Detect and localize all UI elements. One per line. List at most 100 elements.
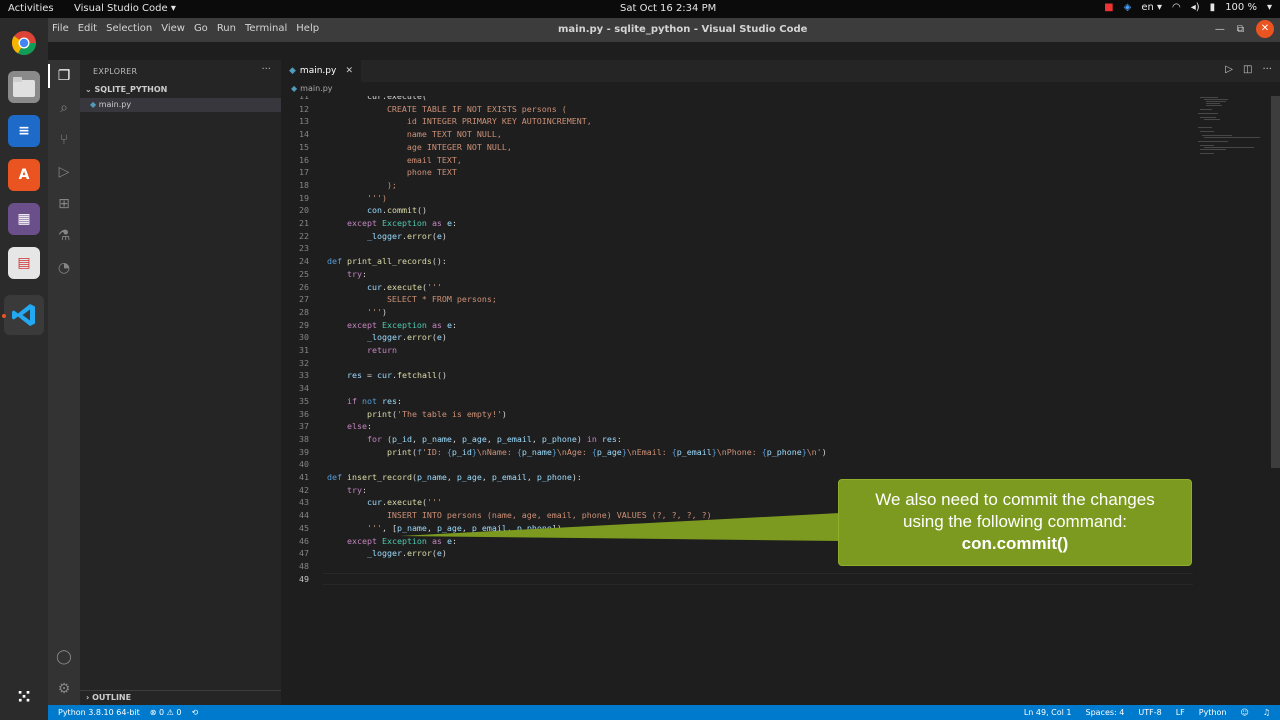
code-line[interactable]: 28 ''') <box>281 306 1191 319</box>
line-code: cur.execute(''' <box>327 96 442 103</box>
language-mode[interactable]: Python <box>1199 705 1227 720</box>
code-line[interactable]: 49 <box>281 572 1193 586</box>
menu-file[interactable]: File <box>52 23 69 34</box>
system-tray[interactable]: ■ ◈ en ▾ ◠ ◂) ▮ 100 % ▾ <box>1104 2 1272 13</box>
video-icon[interactable]: ▦ <box>8 203 40 235</box>
code-line[interactable]: 12 CREATE TABLE IF NOT EXISTS persons ( <box>281 103 1191 116</box>
testing-icon[interactable]: ⚗ <box>54 226 74 246</box>
app-menu[interactable]: Visual Studio Code ▾ <box>74 3 176 14</box>
encoding[interactable]: UTF-8 <box>1138 705 1161 720</box>
python-interpreter[interactable]: Python 3.8.10 64-bit <box>58 705 140 720</box>
more-icon[interactable]: ··· <box>1262 64 1272 75</box>
code-line[interactable]: 40 <box>281 458 1191 471</box>
vertical-scrollbar[interactable] <box>1271 96 1280 468</box>
code-line[interactable]: 24 def print_all_records(): <box>281 255 1191 268</box>
show-applications-icon[interactable]: ⁙ <box>8 681 40 713</box>
menu-terminal[interactable]: Terminal <box>245 23 287 34</box>
code-line[interactable]: 25 try: <box>281 268 1191 281</box>
run-debug-icon[interactable]: ▷ <box>54 162 74 182</box>
file-item-main-py[interactable]: ◆ main.py <box>80 98 281 112</box>
software-center-icon[interactable]: A <box>8 159 40 191</box>
explorer-icon[interactable]: ❐ <box>54 66 74 86</box>
line-number: 48 <box>299 560 309 571</box>
search-icon[interactable]: ⌕ <box>54 98 74 118</box>
code-line[interactable]: 27 SELECT * FROM persons; <box>281 293 1191 306</box>
code-line[interactable]: 20 con.commit() <box>281 204 1191 217</box>
writer-icon[interactable]: ≡ <box>8 115 40 147</box>
menu-help[interactable]: Help <box>296 23 319 34</box>
menu-view[interactable]: View <box>161 23 185 34</box>
source-control-icon[interactable]: ⑂ <box>54 130 74 150</box>
feedback-icon[interactable]: ☺ <box>1240 705 1248 720</box>
indentation[interactable]: Spaces: 4 <box>1085 705 1124 720</box>
code-line[interactable]: 15 age INTEGER NOT NULL, <box>281 141 1191 154</box>
line-code: ); <box>327 179 397 192</box>
vscode-icon[interactable] <box>4 295 44 335</box>
code-line[interactable]: 37 else: <box>281 420 1191 433</box>
minimize-button[interactable]: — <box>1215 24 1225 35</box>
code-line[interactable]: 17 phone TEXT <box>281 166 1191 179</box>
code-line[interactable]: 13 id INTEGER PRIMARY KEY AUTOINCREMENT, <box>281 115 1191 128</box>
code-line[interactable]: 38 for (p_id, p_name, p_age, p_email, p_… <box>281 433 1191 446</box>
code-token: age INTEGER NOT NULL, <box>327 141 512 152</box>
split-editor-icon[interactable]: ◫ <box>1243 64 1252 75</box>
remote-explorer-icon[interactable]: ◔ <box>54 258 74 278</box>
code-line[interactable]: 19 ''') <box>281 192 1191 205</box>
outline-section[interactable]: › OUTLINE <box>80 690 281 705</box>
code-line[interactable]: 29 except Exception as e: <box>281 319 1191 332</box>
code-line[interactable]: 36 print('The table is empty!') <box>281 408 1191 421</box>
menu-run[interactable]: Run <box>217 23 236 34</box>
code-token: : <box>616 433 622 444</box>
chrome-icon[interactable] <box>8 27 40 59</box>
code-line[interactable]: 33 res = cur.fetchall() <box>281 369 1191 382</box>
problems-indicator[interactable]: ⊗ 0 ⚠ 0 <box>150 705 182 720</box>
tab-main-py[interactable]: ◆ main.py ✕ <box>281 60 361 82</box>
account-icon[interactable]: ◯ <box>54 647 74 667</box>
code-line[interactable]: 34 <box>281 382 1191 395</box>
more-actions-button[interactable]: ··· <box>261 64 271 75</box>
code-token: , [ <box>381 522 397 533</box>
workspace-folder[interactable]: ⌄ SQLITE_PYTHON <box>85 85 167 94</box>
bell-icon[interactable]: ♫ <box>1263 705 1270 720</box>
code-token: except <box>346 535 377 546</box>
code-line[interactable]: 18 ); <box>281 179 1191 192</box>
code-line[interactable]: 30 _logger.error(e) <box>281 331 1191 344</box>
code-line[interactable]: 14 name TEXT NOT NULL, <box>281 128 1191 141</box>
menu-selection[interactable]: Selection <box>106 23 152 34</box>
code-line[interactable]: 26 cur.execute(''' <box>281 281 1191 294</box>
files-icon[interactable] <box>8 71 40 103</box>
line-code: SELECT * FROM persons; <box>327 293 497 306</box>
code-line[interactable]: 11 cur.execute(''' <box>281 96 1191 103</box>
gear-icon[interactable]: ⚙ <box>54 679 74 699</box>
restore-button[interactable]: ⧉ <box>1237 24 1244 35</box>
code-token: , <box>446 472 457 482</box>
language-indicator[interactable]: en ▾ <box>1141 2 1162 13</box>
activities-button[interactable]: Activities <box>8 3 54 14</box>
line-code: CREATE TABLE IF NOT EXISTS persons ( <box>327 103 567 116</box>
document-viewer-icon[interactable]: ▤ <box>8 247 40 279</box>
close-window-button[interactable]: ✕ <box>1256 20 1274 38</box>
code-editor[interactable]: 11 cur.execute(''' 12 CREATE TABLE IF NOT… <box>281 96 1280 705</box>
code-line[interactable]: 21 except Exception as e: <box>281 217 1191 230</box>
minimap[interactable] <box>1195 96 1265 166</box>
code-line[interactable]: 23 <box>281 242 1191 255</box>
code-line[interactable]: 39 print(f'ID: {p_id}\nName: {p_name}\nA… <box>281 446 1191 459</box>
breadcrumb[interactable]: ◆ main.py <box>281 82 1280 96</box>
run-file-icon[interactable]: ▷ <box>1225 64 1233 75</box>
menu-go[interactable]: Go <box>194 23 208 34</box>
clock[interactable]: Sat Oct 16 2:34 PM <box>620 3 716 14</box>
line-number: 47 <box>299 548 309 559</box>
vscode-title-bar: File Edit Selection View Go Run Terminal… <box>48 18 1280 42</box>
close-tab-icon[interactable]: ✕ <box>345 60 353 82</box>
code-line[interactable]: 16 email TEXT, <box>281 154 1191 167</box>
end-of-line[interactable]: LF <box>1176 705 1185 720</box>
code-line[interactable]: 35 if not res: <box>281 395 1191 408</box>
menu-edit[interactable]: Edit <box>78 23 97 34</box>
code-line[interactable]: 22 _logger.error(e) <box>281 230 1191 243</box>
code-token: return <box>366 345 397 355</box>
sync-icon[interactable]: ⟲ <box>191 705 198 720</box>
cursor-position[interactable]: Ln 49, Col 1 <box>1024 705 1072 720</box>
code-line[interactable]: 32 <box>281 357 1191 370</box>
extensions-icon[interactable]: ⊞ <box>54 194 74 214</box>
code-line[interactable]: 31 return <box>281 344 1191 357</box>
